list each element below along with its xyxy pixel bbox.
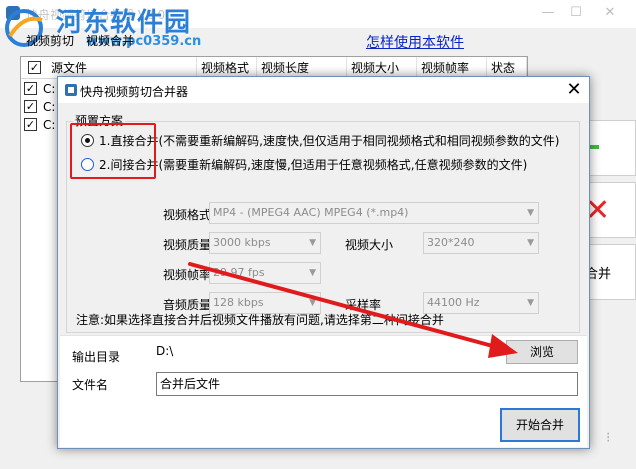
video-format-value: MP4 - (MPEG4 AAC) MPEG4 (*.mp4): [213, 206, 409, 219]
close-icon[interactable]: ✕: [561, 79, 587, 101]
main-menu-bar: 视频剪切 视频合并: [0, 30, 636, 50]
video-size-label: 视频大小: [345, 238, 394, 252]
direct-merge-label[interactable]: 1.直接合并(不需要重新编解码,速度快,但仅适用于相同视频格式和相同视频参数的文…: [99, 132, 559, 149]
browse-button[interactable]: 浏览: [506, 340, 578, 364]
filename-input[interactable]: 合并后文件: [156, 372, 578, 396]
chevron-down-icon: ▼: [309, 268, 316, 278]
help-link[interactable]: 怎样使用本软件: [366, 32, 464, 52]
filename-label: 文件名: [72, 378, 109, 392]
video-fps-select[interactable]: 29.97 fps ▼: [209, 262, 321, 284]
video-fps-label: 视频帧率: [163, 268, 212, 282]
video-quality-value: 3000 kbps: [213, 236, 271, 249]
output-panel: 输出目录 D:\ 浏览 文件名 合并后文件 开始合并: [60, 335, 587, 447]
output-dir-label: 输出目录: [72, 350, 121, 364]
row-checkbox[interactable]: ✓: [24, 100, 37, 113]
minimize-icon[interactable]: —: [538, 4, 558, 22]
output-dir-value: D:\: [156, 344, 174, 358]
maximize-icon[interactable]: ☐: [566, 4, 586, 22]
video-fps-value: 29.97 fps: [213, 266, 265, 279]
row-checkbox[interactable]: ✓: [24, 118, 37, 131]
menu-video-cut[interactable]: 视频剪切: [26, 32, 74, 49]
table-row[interactable]: C:: [43, 118, 55, 132]
app-icon: [65, 84, 77, 96]
note-text: 注意:如果选择直接合并后视频文件播放有问题,请选择第二种间接合并: [76, 313, 444, 327]
audio-quality-value: 128 kbps: [213, 296, 264, 309]
highlight-annotation: [70, 123, 156, 179]
dialog-title: 快舟视频剪切合并器: [80, 85, 189, 99]
chevron-down-icon: ▼: [527, 208, 534, 218]
video-format-select[interactable]: MP4 - (MPEG4 AAC) MPEG4 (*.mp4) ▼: [209, 202, 539, 224]
table-row[interactable]: C:: [43, 100, 55, 114]
video-quality-select[interactable]: 3000 kbps ▼: [209, 232, 321, 254]
select-all-checkbox[interactable]: ✓: [28, 61, 41, 74]
dialog-titlebar: 快舟视频剪切合并器 ✕: [58, 77, 589, 103]
video-size-value: 320*240: [427, 236, 475, 249]
row-checkbox[interactable]: ✓: [24, 82, 37, 95]
video-format-label: 视频格式: [163, 208, 212, 222]
chevron-down-icon: ▼: [527, 298, 534, 308]
table-row[interactable]: C:: [43, 82, 55, 96]
menu-video-merge[interactable]: 视频合并: [86, 32, 134, 49]
chevron-down-icon: ▼: [309, 298, 316, 308]
chevron-down-icon: ▼: [527, 238, 534, 248]
video-quality-label: 视频质量: [163, 238, 212, 252]
reencode-merge-label[interactable]: 2.间接合并(需要重新编解码,速度慢,但适用于任意视频格式,任意视频参数的文件): [99, 156, 527, 173]
size-grip-icon: ⁝: [606, 430, 611, 446]
merge-dialog: 快舟视频剪切合并器 ✕ 预置方案 1.直接合并(不需要重新编解码,速度快,但仅适…: [57, 76, 590, 449]
close-icon[interactable]: ✕: [600, 4, 620, 22]
sample-rate-value: 44100 Hz: [427, 296, 480, 309]
video-size-select[interactable]: 320*240 ▼: [423, 232, 539, 254]
start-merge-button[interactable]: 开始合并: [500, 408, 580, 442]
chevron-down-icon: ▼: [309, 238, 316, 248]
